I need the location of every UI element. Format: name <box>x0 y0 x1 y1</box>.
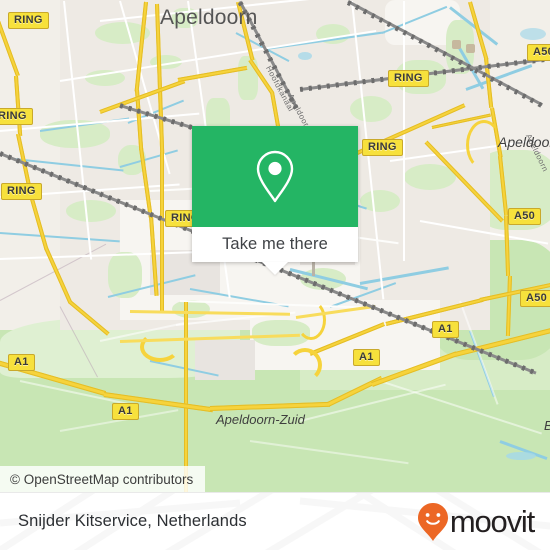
road-shield-ring[interactable]: RING <box>0 108 33 125</box>
place-label-apeldoorn-east: Apeldoorn <box>498 134 550 150</box>
map-industry-3 <box>195 340 255 380</box>
map-poi-icon-2 <box>466 44 475 53</box>
map-poi-icon-1 <box>452 40 461 49</box>
map-pin-icon <box>256 150 294 202</box>
place-label-apeldoorn: Apeldoorn <box>160 6 258 29</box>
moovit-pin-smiley-icon <box>417 502 448 541</box>
road-shield-a1[interactable]: A1 <box>8 354 35 371</box>
map-attribution-text: © OpenStreetMap contributors <box>10 471 194 487</box>
moovit-logo[interactable]: moovit <box>417 502 535 542</box>
moovit-map-screen: Hoofdkanaal Apeldoorns Apeldoorn RING RI… <box>0 0 550 550</box>
road-shield-a50[interactable]: A50 <box>520 290 550 307</box>
road-shield-a1[interactable]: A1 <box>112 403 139 420</box>
map-interchange-loop-3 <box>296 300 326 340</box>
map-park-7 <box>66 200 116 222</box>
footer-place-title: Snijder Kitservice, Netherlands <box>18 512 247 530</box>
footer-bar: Snijder Kitservice, Netherlands moovit <box>0 492 550 550</box>
road-shield-ring[interactable]: RING <box>8 12 49 29</box>
road-shield-a50[interactable]: A50 <box>527 44 550 61</box>
destination-popup-card[interactable]: Take me there <box>192 126 358 275</box>
popup-tail-pointer <box>262 262 288 275</box>
popup-marker-area <box>192 126 358 227</box>
road-shield-a50[interactable]: A50 <box>508 208 542 225</box>
road-shield-a1[interactable]: A1 <box>353 349 380 366</box>
map-interchange-loop-4 <box>466 120 502 170</box>
map-poi-marker <box>312 262 315 276</box>
map-pond-2 <box>520 28 546 40</box>
map-interchange-loop-1 <box>288 348 322 382</box>
moovit-wordmark: moovit <box>449 504 535 539</box>
map-motorway-south-vert <box>184 302 188 492</box>
map-park-12 <box>350 96 392 122</box>
map-attribution[interactable]: © OpenStreetMap contributors <box>0 466 206 492</box>
map-pond-1 <box>506 452 536 460</box>
popup-action-bar[interactable]: Take me there <box>192 227 358 262</box>
map-park-10 <box>238 56 258 100</box>
road-shield-ring[interactable]: RING <box>388 70 429 87</box>
road-shield-ring[interactable]: RING <box>362 139 403 156</box>
road-shield-a1[interactable]: A1 <box>432 321 459 338</box>
map-motorway-city-vert-2 <box>160 152 164 312</box>
take-me-there-label: Take me there <box>222 235 328 253</box>
map-interchange-loop-2 <box>140 332 180 362</box>
road-shield-ring[interactable]: RING <box>1 183 42 200</box>
place-label-edge: B <box>544 418 550 433</box>
place-label-apeldoorn-zuid: Apeldoorn-Zuid <box>216 412 305 427</box>
